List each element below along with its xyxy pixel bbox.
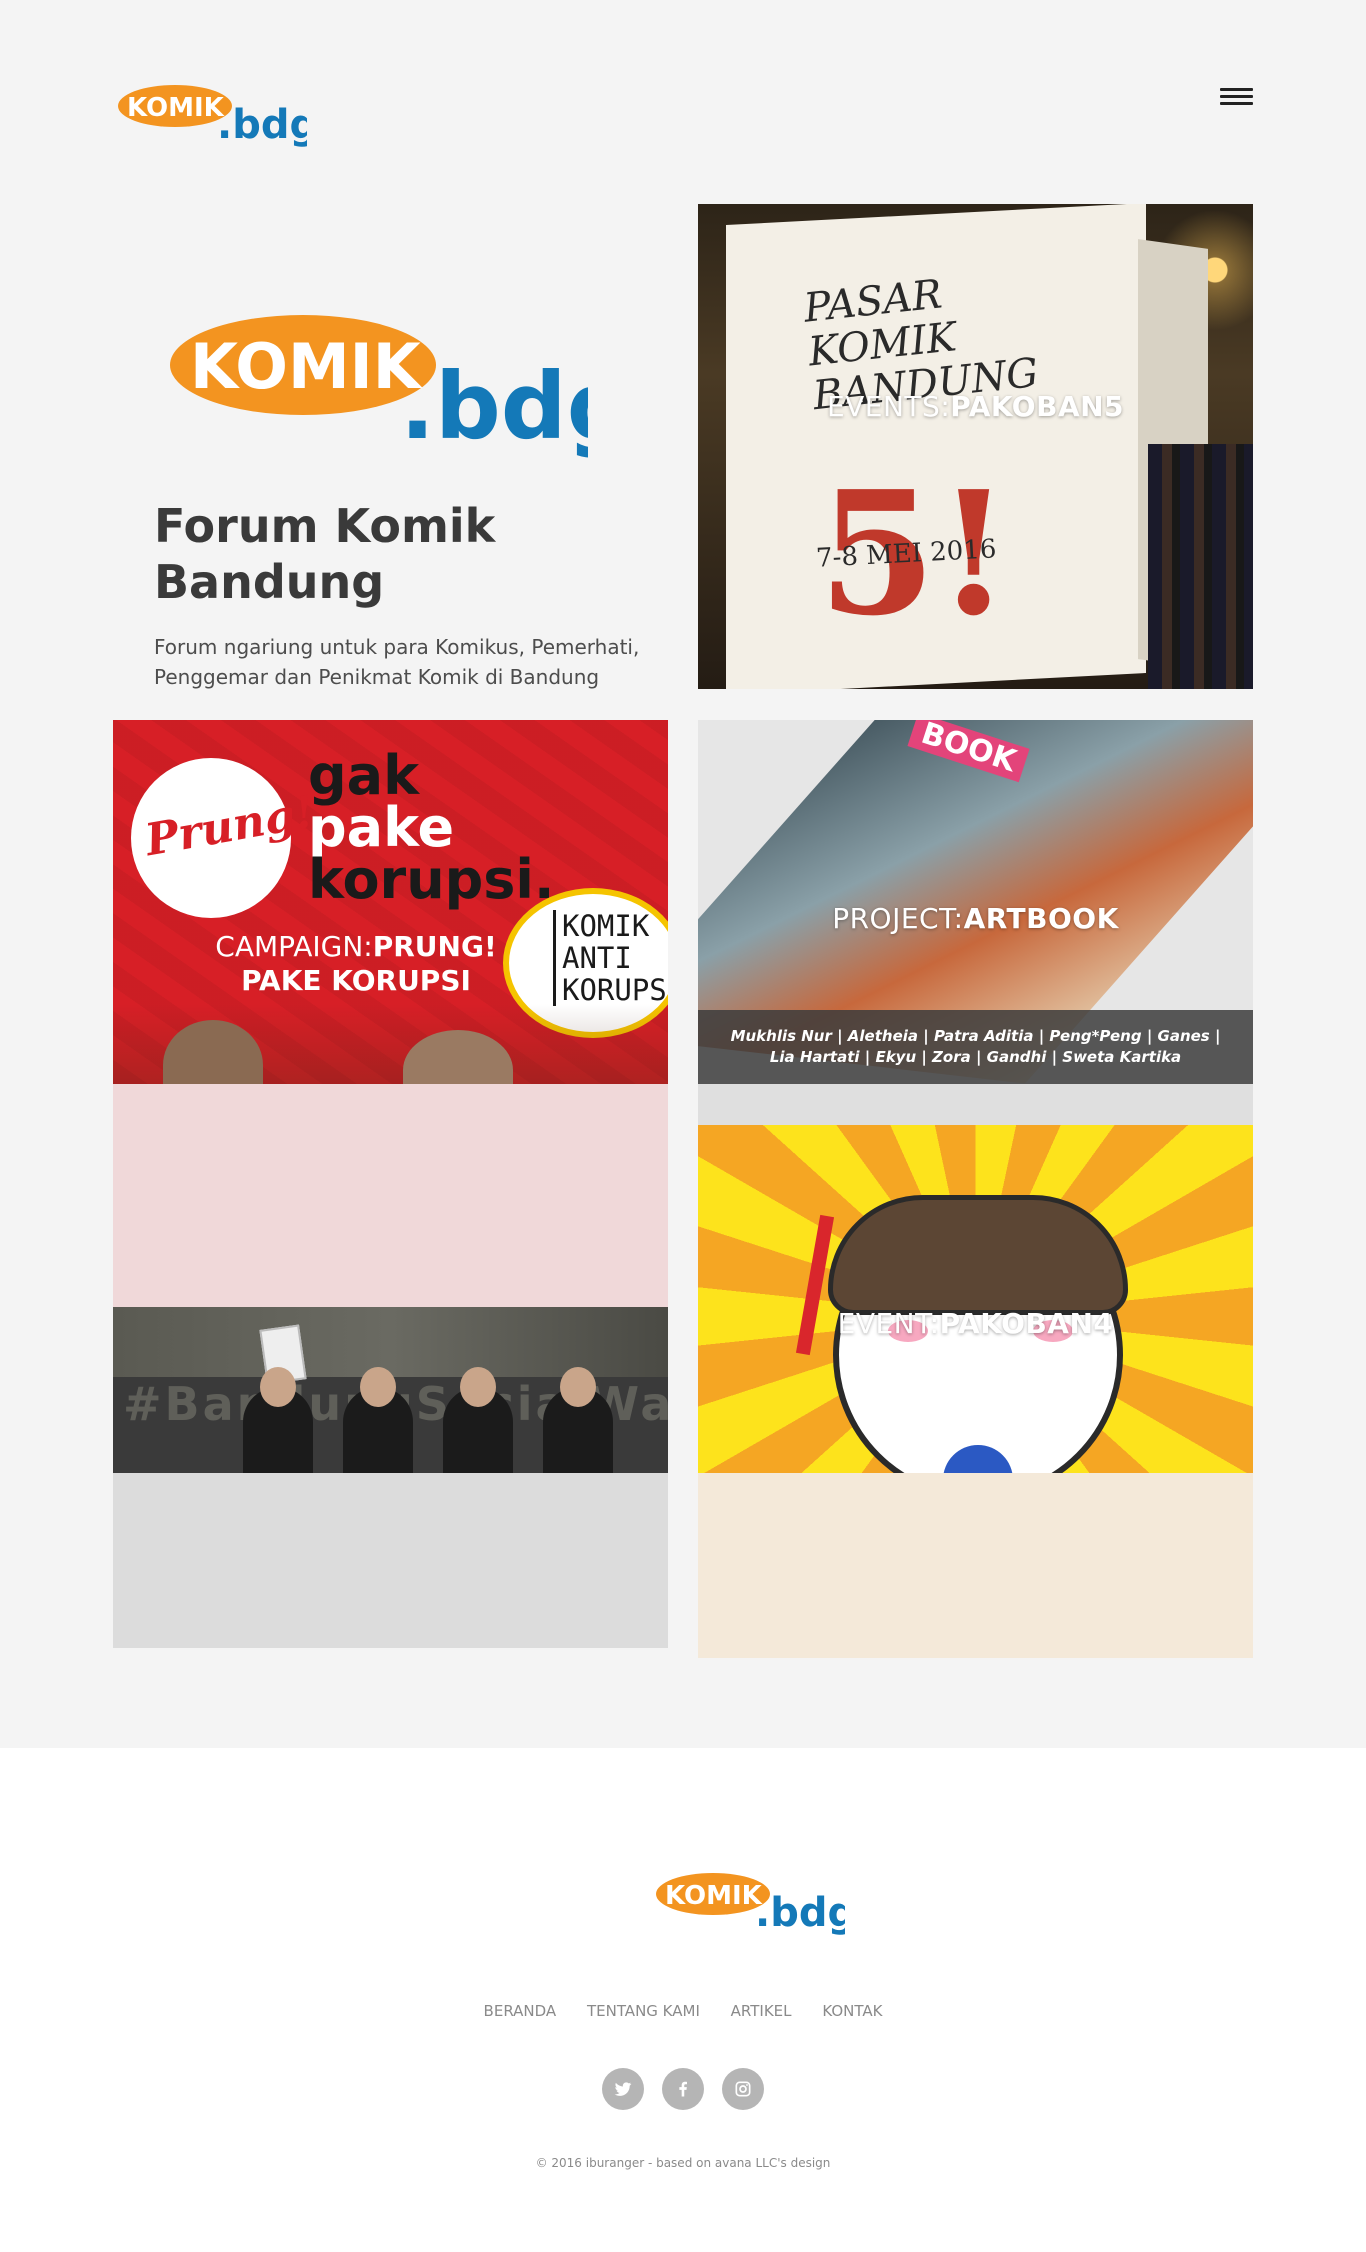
copyright-text: © 2016 iburanger - based on avana LLC's … xyxy=(535,2156,831,2170)
intro-description: Forum ngariung untuk para Komikus, Pemer… xyxy=(154,635,640,689)
award-winners xyxy=(173,1324,613,1473)
person-head xyxy=(360,1367,396,1407)
facebook-glyph xyxy=(679,2081,687,2097)
headline-line: pake xyxy=(308,796,455,859)
hamburger-line xyxy=(1220,95,1253,98)
person-head xyxy=(460,1367,496,1407)
tile-title: ARTBOOK xyxy=(963,902,1119,935)
credits-line: Mukhlis Nur | Aletheia | Patra Aditia | … xyxy=(730,1027,1221,1045)
twitter-glyph xyxy=(614,2082,631,2096)
credits-line: Lia Hartati | Ekyu | Zora | Gandhi | Swe… xyxy=(769,1048,1182,1066)
crowd-background xyxy=(1148,444,1253,689)
intro-logo-text-main: KOMIK xyxy=(190,330,423,403)
footer-nav-beranda[interactable]: BERANDA xyxy=(484,2002,557,2020)
komik-bdg-logo-icon: KOMIK .bdg xyxy=(118,85,318,148)
social-links xyxy=(0,2068,1366,2110)
tile-title: PRUNG! xyxy=(372,930,497,963)
footer-nav-tentang-kami[interactable]: TENTANG KAMI xyxy=(587,2002,700,2020)
page-title: Forum Komik Bandung xyxy=(154,499,496,609)
headline-line: gak xyxy=(308,744,420,807)
hamburger-line xyxy=(1220,88,1253,91)
tile-category: PROJECT: xyxy=(832,902,964,935)
tile-events-pakoban5[interactable]: PASAR KOMIK BANDUNG 5! 7-8 MEI 2016 EVEN… xyxy=(698,204,1253,689)
site-logo[interactable]: KOMIK .bdg xyxy=(117,82,318,162)
tile-title: PAKOBAN5 xyxy=(950,390,1125,423)
person-head xyxy=(560,1367,596,1407)
twitter-icon[interactable] xyxy=(601,2068,644,2110)
tile-bandung-social-wave[interactable]: #BandungSocialWave xyxy=(113,1307,668,1473)
site-footer: KOMIK .bdg BERANDA TENTANG KAMI ARTIKEL … xyxy=(0,1748,1366,2252)
tile-title: PAKOBAN4 xyxy=(939,1307,1114,1340)
campaign-headline: gak pake korupsi. xyxy=(308,744,608,907)
instagram-icon[interactable] xyxy=(722,2068,765,2110)
instagram-glyph xyxy=(735,2081,751,2097)
logo-text-accent: .bdg xyxy=(217,102,307,148)
tile-category: CAMPAIGN: xyxy=(215,930,373,963)
komik-bdg-large-logo-icon: KOMIK .bdg xyxy=(170,315,633,460)
footer-logo-text-accent: .bdg xyxy=(755,1890,845,1936)
footer-nav-kontak[interactable]: KONTAK xyxy=(822,2002,882,2020)
tile-label: EVENT:PAKOBAN4 xyxy=(698,1307,1253,1340)
intro-logo: KOMIK .bdg xyxy=(168,310,633,490)
artbook-credits: Mukhlis Nur | Aletheia | Patra Aditia | … xyxy=(698,1010,1253,1084)
mascot-hat xyxy=(828,1195,1128,1315)
tile-title-line2: PAKE KORUPSI xyxy=(241,964,471,997)
footer-logo-text-main: KOMIK xyxy=(665,1881,763,1911)
logo-text-main: KOMIK xyxy=(127,93,225,123)
tile-label: PROJECT:ARTBOOK xyxy=(698,902,1253,935)
tile-category: EVENTS: xyxy=(826,390,951,423)
hamburger-menu-icon[interactable] xyxy=(1220,88,1253,112)
komik-bdg-logo-icon: KOMIK .bdg xyxy=(656,1873,856,1936)
tile-campaign-prung[interactable]: Prung! gak pake korupsi. KOMIK ANTI KORU… xyxy=(113,720,668,1084)
tile-reflection xyxy=(698,1473,1253,1658)
tile-reflection xyxy=(113,1084,668,1307)
tile-event-pakoban4[interactable]: EVENT:PAKOBAN4 xyxy=(698,1125,1253,1473)
tile-reflection xyxy=(698,1084,1253,1125)
tile-reflection xyxy=(113,1473,668,1648)
tile-project-artbook[interactable]: BOOK PROJECT:ARTBOOK Mukhlis Nur | Aleth… xyxy=(698,720,1253,1084)
person-head xyxy=(260,1367,296,1407)
tile-label: CAMPAIGN:PRUNG! PAKE KORUPSI xyxy=(211,930,501,998)
footer-nav-artikel[interactable]: ARTIKEL xyxy=(731,2002,792,2020)
hamburger-line xyxy=(1220,102,1253,105)
intro-logo-text-accent: .bdg xyxy=(400,353,588,460)
tile-label: EVENTS:PAKOBAN5 xyxy=(698,390,1253,423)
footer-logo[interactable]: KOMIK .bdg xyxy=(655,1870,856,1950)
facebook-icon[interactable] xyxy=(662,2068,704,2110)
tile-category: EVENT: xyxy=(837,1307,940,1340)
footer-nav: BERANDA TENTANG KAMI ARTIKEL KONTAK xyxy=(0,2002,1366,2020)
speech-bubble-text: KOMIK ANTI KORUPSI xyxy=(553,910,668,1006)
